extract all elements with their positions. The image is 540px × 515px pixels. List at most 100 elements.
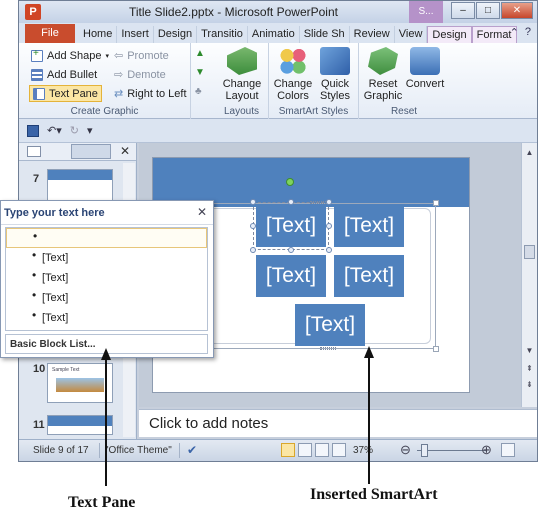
slide-count-status: Slide 9 of 17	[33, 445, 89, 456]
theme-status[interactable]: "Office Theme"	[105, 445, 172, 456]
reset-graphic-button[interactable]: Reset Graphic	[361, 47, 405, 102]
close-button[interactable]: ✕	[501, 2, 533, 19]
text-pane-button[interactable]: Text Pane	[29, 85, 102, 102]
demote-button[interactable]: ⇨ Demote	[114, 66, 166, 83]
add-shape-button[interactable]: Add Shape ▾	[31, 47, 109, 64]
change-colors-button[interactable]: Change Colors	[271, 47, 315, 102]
promote-button[interactable]: ⇦ Promote	[114, 47, 169, 64]
text-pane-icon	[33, 87, 45, 100]
group-smartart-styles: Change Colors Quick Styles SmartArt Styl…	[269, 43, 359, 119]
minimize-button[interactable]: –	[451, 2, 475, 19]
slide-show-view-icon[interactable]	[332, 443, 346, 457]
save-icon[interactable]	[27, 124, 39, 137]
slide-thumbnail-11[interactable]	[47, 415, 113, 435]
slide-sorter-view-icon[interactable]	[298, 443, 312, 457]
frame-handle-bottom[interactable]	[320, 347, 336, 350]
shape-handle[interactable]	[326, 199, 332, 205]
zoom-slider-knob[interactable]	[421, 444, 428, 457]
move-up-icon[interactable]: ▲	[195, 48, 205, 59]
thumbnail-caption: Sample Text	[52, 367, 80, 373]
smartart-block[interactable]: [Text]	[334, 205, 404, 247]
notes-pane[interactable]: Click to add notes	[139, 409, 537, 437]
shape-handle[interactable]	[326, 247, 332, 253]
zoom-in-icon[interactable]: ⊕	[481, 442, 492, 458]
right-to-left-label: Right to Left	[127, 87, 187, 100]
convert-button[interactable]: Convert	[403, 47, 447, 90]
change-layout-label: Change Layout	[222, 78, 262, 102]
zoom-out-icon[interactable]: ⊖	[400, 442, 411, 458]
close-icon[interactable]: ✕	[197, 205, 207, 219]
help-icon[interactable]: ?	[525, 26, 531, 39]
add-bullet-button[interactable]: Add Bullet	[31, 66, 97, 83]
tab-review[interactable]: Review	[350, 26, 395, 43]
smartart-text-pane: Type your text here ✕ • • [Text] • [Text…	[0, 200, 214, 358]
text-pane-item[interactable]: • [Text]	[6, 248, 207, 268]
smartart-block[interactable]: [Text]	[334, 255, 404, 297]
minimize-ribbon-icon[interactable]: ⌃	[510, 26, 519, 39]
create-graphic-label: Create Graphic	[70, 106, 139, 117]
tab-view[interactable]: View	[395, 26, 428, 43]
maximize-button[interactable]: □	[476, 2, 500, 19]
shape-handle[interactable]	[288, 199, 294, 205]
reading-view-icon[interactable]	[315, 443, 329, 457]
frame-handle-br[interactable]	[433, 346, 439, 352]
outline-tab-icon[interactable]	[71, 144, 111, 159]
text-pane-label: Text Pane	[49, 87, 98, 100]
tab-file[interactable]: File	[25, 24, 75, 43]
tab-list: Home Insert Design Transitio Animatio Sl…	[79, 26, 517, 43]
undo-icon[interactable]: ↶▾	[47, 124, 62, 137]
shape-handle[interactable]	[250, 199, 256, 205]
quick-styles-button[interactable]: Quick Styles	[313, 47, 357, 102]
change-colors-icon	[278, 47, 308, 75]
shape-handle[interactable]	[250, 247, 256, 253]
change-layout-button[interactable]: Change Layout	[220, 47, 264, 102]
rotation-handle[interactable]	[286, 178, 294, 186]
tab-insert[interactable]: Insert	[117, 26, 154, 43]
slide-number-11: 11	[33, 419, 45, 431]
slides-tab-icon[interactable]	[27, 146, 41, 157]
demote-label: Demote	[127, 68, 166, 81]
smartart-block[interactable]: [Text]	[295, 304, 365, 346]
scroll-down-icon[interactable]: ▼	[524, 345, 535, 356]
tab-animations[interactable]: Animatio	[248, 26, 300, 43]
quick-styles-icon	[320, 47, 350, 75]
scroll-up-icon[interactable]: ▲	[524, 147, 535, 158]
layout-organization-icon[interactable]: ♣	[195, 86, 202, 97]
close-panel-icon[interactable]: ✕	[120, 144, 130, 158]
add-bullet-label: Add Bullet	[47, 68, 98, 81]
slide-thumbnail-10[interactable]: Sample Text	[47, 363, 113, 403]
scroll-thumb[interactable]	[524, 245, 535, 259]
tab-slide-show[interactable]: Slide Sh	[300, 26, 350, 43]
shape-handle[interactable]	[288, 247, 294, 253]
smartart-callout-line	[368, 356, 370, 484]
next-slide-icon[interactable]: ⇟	[524, 379, 535, 390]
normal-view-icon[interactable]	[281, 443, 295, 457]
thumbnail-image	[56, 378, 104, 392]
redo-icon[interactable]: ↻	[70, 124, 79, 137]
move-down-icon[interactable]: ▼	[195, 67, 205, 78]
shape-handle[interactable]	[326, 223, 332, 229]
spell-check-icon[interactable]: ✔	[187, 443, 197, 457]
frame-handle-tr[interactable]	[433, 200, 439, 206]
tab-smartart-design[interactable]: Design	[427, 26, 472, 43]
text-pane-item[interactable]: • [Text]	[6, 288, 207, 308]
text-pane-item[interactable]: • [Text]	[6, 308, 207, 328]
bullet-icon: •	[33, 229, 38, 243]
zoom-level[interactable]: 37%	[353, 445, 373, 456]
convert-label: Convert	[405, 78, 445, 90]
tab-design[interactable]: Design	[154, 26, 198, 43]
text-pane-item[interactable]: •	[6, 228, 207, 248]
right-to-left-button[interactable]: ⇄ Right to Left	[114, 85, 187, 102]
vertical-scrollbar[interactable]: ▲ ▼ ⇞ ⇟	[521, 143, 537, 407]
promote-label: Promote	[127, 49, 169, 62]
tab-home[interactable]: Home	[79, 26, 118, 43]
text-pane-callout-line	[105, 358, 107, 486]
shape-handle[interactable]	[250, 223, 256, 229]
fit-slide-icon[interactable]	[501, 443, 515, 457]
powerpoint-app-icon[interactable]: P	[25, 4, 41, 20]
previous-slide-icon[interactable]: ⇞	[524, 363, 535, 374]
customize-qat-icon[interactable]: ▾	[87, 124, 93, 137]
tab-transitions[interactable]: Transitio	[197, 26, 248, 43]
smartart-block[interactable]: [Text]	[256, 255, 326, 297]
text-pane-item[interactable]: • [Text]	[6, 268, 207, 288]
